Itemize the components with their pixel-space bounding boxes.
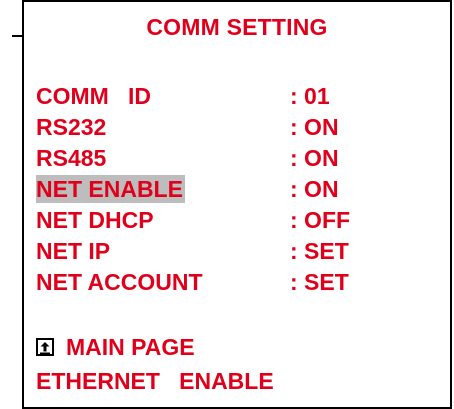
setting-row-net-account[interactable]: NET ACCOUNT : SET <box>36 268 446 298</box>
setting-label: RS232 <box>36 114 107 140</box>
setting-value: : ON <box>290 176 339 202</box>
setting-value: : ON <box>290 114 339 140</box>
panel-left-border <box>22 0 24 409</box>
setting-value: : ON <box>290 145 339 171</box>
page-title: COMM SETTING <box>146 14 328 40</box>
main-page-link[interactable]: MAIN PAGE <box>36 333 356 363</box>
setting-label: NET DHCP <box>36 207 154 233</box>
panel-top-border <box>22 0 452 2</box>
main-page-label: MAIN PAGE <box>66 334 195 360</box>
setting-label: COMM ID <box>36 83 151 109</box>
setting-value: : 01 <box>290 83 330 109</box>
return-up-icon <box>36 338 54 356</box>
setting-row-rs232[interactable]: RS232 : ON <box>36 113 446 143</box>
setting-row-net-dhcp[interactable]: NET DHCP : OFF <box>36 206 446 236</box>
panel-pointer-tick <box>12 35 22 37</box>
setting-label-selected: NET ENABLE <box>36 175 185 203</box>
setting-value: : SET <box>290 269 349 295</box>
setting-label: NET ACCOUNT <box>36 269 203 295</box>
setting-row-rs485[interactable]: RS485 : ON <box>36 144 446 174</box>
setting-row-net-ip[interactable]: NET IP : SET <box>36 237 446 267</box>
setting-label: RS485 <box>36 145 107 171</box>
setting-label: NET IP <box>36 238 111 264</box>
setting-row-comm-id[interactable]: COMM ID : 01 <box>36 82 446 112</box>
comm-setting-panel: COMM SETTING COMM ID : 01 RS232 : ON RS4… <box>22 0 452 409</box>
setting-value: : OFF <box>290 207 351 233</box>
setting-row-net-enable[interactable]: NET ENABLE : ON <box>36 175 446 205</box>
setting-value: : SET <box>290 238 349 264</box>
ethernet-status-text: ETHERNET ENABLE <box>36 368 274 394</box>
